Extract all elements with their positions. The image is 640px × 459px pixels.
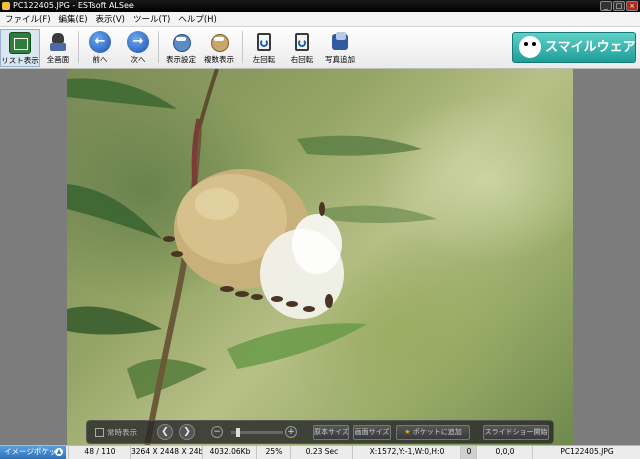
view-settings-button[interactable]: 表示設定 <box>161 29 201 67</box>
window-title: PC122405.JPG - ESTsoft ALSee <box>13 1 134 10</box>
rotate-right-label: 右回転 <box>290 55 314 64</box>
star-icon: ★ <box>404 428 411 436</box>
next-label: 次へ <box>130 55 146 64</box>
rotate-left-button[interactable]: 左回転 <box>244 29 284 67</box>
status-color-index: 0 <box>460 446 477 459</box>
image-pocket-toggle[interactable]: イメージポケット ▲ <box>0 446 66 459</box>
rotate-right-icon <box>291 31 313 53</box>
zoom-slider-thumb[interactable] <box>235 428 240 437</box>
arrow-right-icon: → <box>127 31 149 53</box>
arrow-left-icon: ← <box>89 31 111 53</box>
menu-bar: ファイル(F) 編集(E) 表示(V) ツール(T) ヘルプ(H) <box>0 12 640 27</box>
fixed-display-label: 常時表示 <box>107 428 137 437</box>
list-view-button[interactable]: リスト表示 <box>0 29 40 67</box>
thumbnail-view-button[interactable]: 複数表示 <box>199 29 239 67</box>
menu-tools[interactable]: ツール(T) <box>130 13 173 25</box>
menu-file[interactable]: ファイル(F) <box>2 13 54 25</box>
menu-view[interactable]: 表示(V) <box>93 13 128 25</box>
add-to-pocket-label: ポケットに追加 <box>412 428 462 436</box>
fixed-display-checkbox[interactable] <box>95 428 104 437</box>
photo-illustration <box>67 69 437 445</box>
add-photo-label: 写真追加 <box>325 55 355 64</box>
rotate-left-label: 左回転 <box>252 55 276 64</box>
original-size-button[interactable]: 原本サイズ <box>313 425 349 440</box>
thumbnail-view-icon <box>208 31 230 53</box>
status-dimensions: 3264 X 2448 X 24b <box>130 446 203 459</box>
zoom-out-button[interactable]: − <box>211 426 223 438</box>
status-filesize: 4032.06Kb <box>202 446 257 459</box>
toolbar-separator <box>78 31 79 63</box>
maximize-button[interactable]: □ <box>613 1 625 11</box>
status-color-value: 0,0,0 <box>476 446 533 459</box>
add-to-pocket-button[interactable]: ★ ポケットに追加 <box>396 425 470 440</box>
view-settings-label: 表示設定 <box>166 55 196 64</box>
fit-screen-button[interactable]: 画面サイズ <box>353 425 391 440</box>
smileware-label: スマイルウェア <box>545 40 636 55</box>
viewer-control-bar: 常時表示 ❮ ❯ − + 原本サイズ 画面サイズ ★ ポケットに追加 スライドシ… <box>86 420 554 444</box>
minimize-button[interactable]: _ <box>600 1 612 11</box>
prev-image-button[interactable]: ❮ <box>157 424 173 440</box>
title-bar: PC122405.JPG - ESTsoft ALSee _ □ × <box>0 0 640 12</box>
photo-milkweed-pod <box>67 69 573 445</box>
list-view-label: リスト表示 <box>1 56 39 65</box>
status-zoom: 25% <box>256 446 291 459</box>
status-position: 48 / 110 <box>68 446 131 459</box>
prev-button[interactable]: ← 前へ <box>80 29 120 67</box>
status-coordinates: X:1572,Y:-1,W:0,H:0 <box>352 446 461 459</box>
status-load-time: 0.23 Sec <box>290 446 353 459</box>
toolbar-separator <box>242 31 243 63</box>
fullscreen-label: 全画面 <box>46 55 70 64</box>
thumbnail-view-label: 複数表示 <box>204 55 234 64</box>
status-filename: PC122405.JPG <box>532 446 640 459</box>
menu-edit[interactable]: 編集(E) <box>56 13 91 25</box>
fullscreen-button[interactable]: 全画面 <box>38 29 78 67</box>
smileware-logo-icon <box>519 36 541 58</box>
rotate-left-icon <box>253 31 275 53</box>
status-bar: イメージポケット ▲ 48 / 110 3264 X 2448 X 24b 40… <box>0 445 640 459</box>
smileware-banner[interactable]: スマイルウェア <box>512 32 636 63</box>
prev-label: 前へ <box>92 55 108 64</box>
toolbar-separator <box>158 31 159 63</box>
window-controls: _ □ × <box>600 1 638 11</box>
next-image-button[interactable]: ❯ <box>179 424 195 440</box>
pocket-icon <box>329 31 351 53</box>
close-button[interactable]: × <box>626 1 638 11</box>
zoom-slider[interactable] <box>231 428 283 437</box>
add-photo-button[interactable]: 写真追加 <box>320 29 360 67</box>
zoom-in-button[interactable]: + <box>285 426 297 438</box>
chevron-up-icon: ▲ <box>55 448 63 456</box>
list-view-icon <box>9 32 31 54</box>
slideshow-button[interactable]: スライドショー開始 <box>483 425 549 440</box>
rotate-right-button[interactable]: 右回転 <box>282 29 322 67</box>
next-button[interactable]: → 次へ <box>118 29 158 67</box>
fullscreen-icon <box>47 31 69 53</box>
app-icon <box>2 2 10 10</box>
menu-help[interactable]: ヘルプ(H) <box>175 13 220 25</box>
image-viewer[interactable] <box>0 69 640 445</box>
view-settings-icon <box>170 31 192 53</box>
